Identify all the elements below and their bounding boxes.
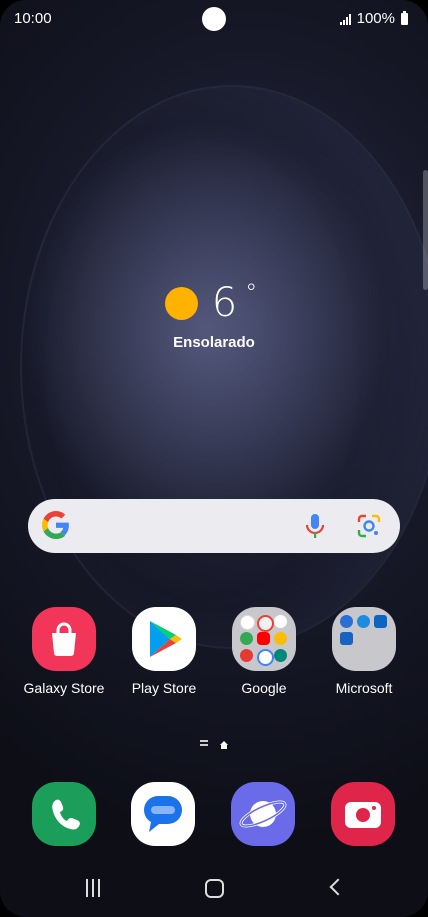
navigation-bar: [0, 857, 428, 917]
play-store-icon: [132, 607, 196, 671]
photos-icon: [257, 649, 274, 666]
app-galaxy-store[interactable]: Galaxy Store: [14, 607, 114, 696]
home-screen: 10:00 100% 6 ° Ensolarado Galaxy Store P…: [0, 0, 428, 917]
google-g-icon: [42, 511, 69, 539]
phone-icon[interactable]: [32, 782, 96, 846]
recent-apps-button[interactable]: [86, 879, 100, 897]
camera-icon[interactable]: [331, 782, 395, 846]
app-label: Microsoft: [335, 680, 393, 696]
google-search-bar[interactable]: [28, 499, 400, 553]
mic-icon[interactable]: [304, 513, 326, 539]
youtube-icon: [257, 632, 270, 645]
weather-temperature: 6: [211, 280, 238, 326]
wallpaper-ring: [20, 85, 428, 649]
battery-icon: [401, 10, 408, 25]
internet-icon[interactable]: [231, 782, 295, 846]
gmail-icon: [274, 615, 287, 628]
status-time: 10:00: [14, 10, 52, 27]
page-list-indicator: [200, 740, 208, 746]
status-bar: 10:00 100%: [0, 0, 428, 38]
google-folder-icon: [232, 607, 296, 671]
google-app-icon: [240, 615, 255, 630]
onedrive-icon: [357, 615, 370, 628]
drive-icon: [274, 632, 287, 645]
home-button[interactable]: [205, 879, 224, 898]
youtube-music-icon: [240, 649, 253, 662]
meet-icon: [274, 649, 287, 662]
galaxy-store-icon: [32, 607, 96, 671]
home-page-indicator-icon: [220, 741, 228, 749]
app-label: Google: [241, 680, 287, 696]
app-label: Galaxy Store: [23, 680, 105, 696]
messages-icon[interactable]: [131, 782, 195, 846]
app-google-folder[interactable]: Google: [214, 607, 314, 696]
outlook-icon: [340, 632, 353, 645]
signal-icon: [339, 13, 351, 25]
sun-icon: [164, 286, 198, 320]
app-label: Play Store: [131, 680, 197, 696]
google-lens-icon[interactable]: [356, 513, 382, 539]
back-button[interactable]: [329, 878, 347, 896]
page-indicator[interactable]: [0, 740, 428, 749]
microsoft-folder-icon: [332, 607, 396, 671]
weather-condition: Ensolarado: [173, 334, 255, 351]
front-camera-cutout: [202, 7, 226, 31]
battery-percent: 100%: [356, 10, 395, 27]
copilot-icon: [340, 615, 353, 628]
weather-widget[interactable]: 6 ° Ensolarado: [0, 279, 428, 351]
degree-symbol: °: [245, 279, 258, 307]
app-play-store[interactable]: Play Store: [114, 607, 214, 696]
linkedin-icon: [374, 615, 387, 628]
edge-panel-handle[interactable]: [423, 170, 428, 290]
chrome-icon: [257, 615, 274, 632]
app-microsoft-folder[interactable]: Microsoft: [314, 607, 414, 696]
maps-icon: [240, 632, 253, 645]
